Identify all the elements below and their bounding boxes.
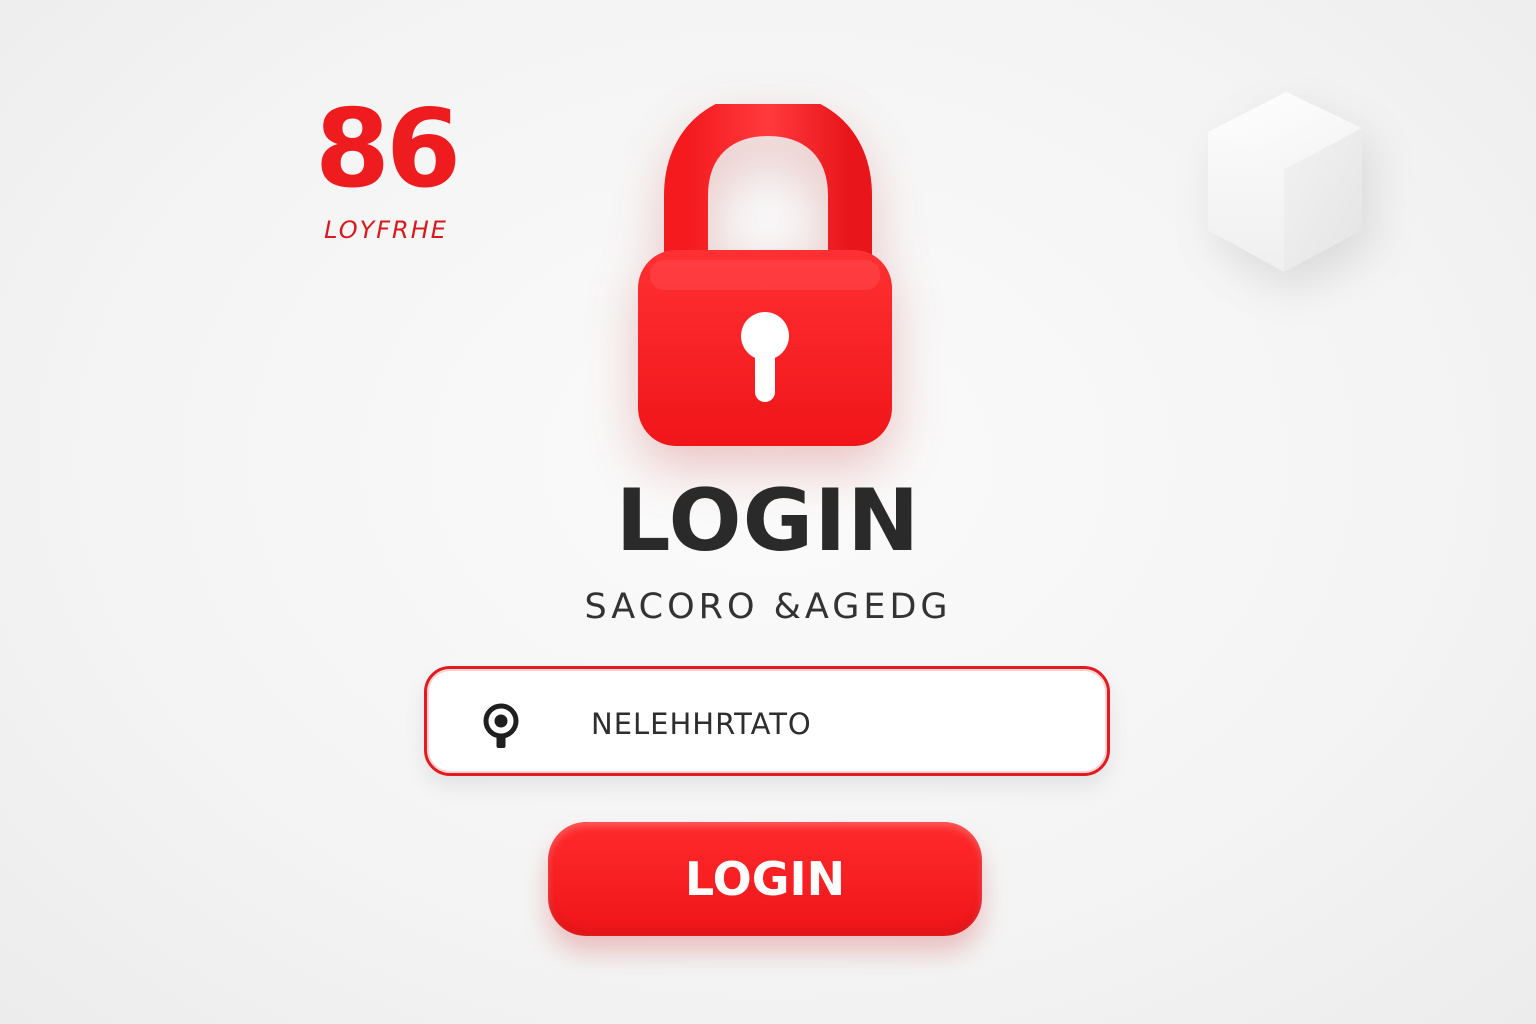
username-input[interactable]: [591, 707, 1071, 741]
padlock-icon: [638, 104, 892, 446]
brand-number: 86: [314, 87, 461, 212]
brand-name: LOYFRHE: [324, 216, 448, 244]
page-title: LOGIN: [615, 471, 921, 571]
page-subtitle: SACORO &AGEDG: [584, 587, 952, 627]
brand-logo: 86 LOYFRHE: [306, 87, 466, 245]
username-field[interactable]: [424, 666, 1110, 776]
cube-icon: [1208, 92, 1362, 272]
user-pin-icon: [483, 703, 519, 748]
login-button[interactable]: LOGIN: [548, 822, 982, 936]
